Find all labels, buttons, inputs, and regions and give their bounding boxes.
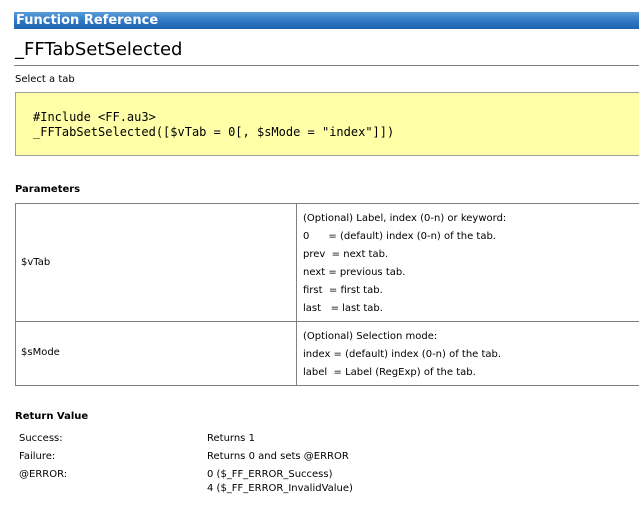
param-description: (Optional) Label, index (0-n) or keyword… [303, 210, 506, 318]
function-reference-header: Function Reference [14, 12, 639, 29]
return-value-line: 4 ($_FF_ERROR_InvalidValue) [207, 483, 353, 494]
return-value-line: 0 ($_FF_ERROR_Success) [207, 469, 333, 480]
syntax-include-line[interactable]: #Include <FF.au3> [33, 110, 156, 125]
param-description-line: (Optional) Label, index (0-n) or keyword… [303, 213, 507, 224]
parameters-heading: Parameters [15, 184, 81, 195]
param-name: $vTab [21, 257, 51, 268]
syntax-signature-line[interactable]: _FFTabSetSelected([$vTab = 0[, $sMode = … [33, 125, 394, 140]
return-value-line: Returns 0 and sets @ERROR [207, 451, 349, 462]
param-name-cell: $sMode [16, 322, 297, 385]
return-label: @ERROR: [19, 469, 68, 480]
return-label: Success: [19, 433, 63, 444]
function-summary: Select a tab [15, 74, 75, 85]
return-label: Failure: [19, 451, 56, 462]
param-description: (Optional) Selection mode: index = (defa… [303, 328, 501, 382]
page-title: _FFTabSetSelected [15, 39, 183, 60]
param-description-line: index = (default) index (0-n) of the tab… [303, 349, 502, 360]
return-value: Returns 1 [207, 432, 255, 446]
param-description-line: first = first tab. [303, 285, 383, 296]
param-description-line: 0 = (default) index (0-n) of the tab. [303, 231, 496, 242]
return-value: 0 ($_FF_ERROR_Success) 4 ($_FF_ERROR_Inv… [207, 468, 353, 496]
param-name-cell: $vTab [16, 204, 297, 321]
return-value: Returns 0 and sets @ERROR [207, 450, 349, 464]
param-description-line: (Optional) Selection mode: [303, 331, 438, 342]
title-divider [14, 65, 639, 66]
parameters-table: $vTab (Optional) Label, index (0-n) or k… [15, 203, 639, 386]
param-description-line: last = last tab. [303, 303, 383, 314]
param-description-line: label = Label (RegExp) of the tab. [303, 367, 476, 378]
return-value-heading: Return Value [15, 411, 89, 422]
header-title: Function Reference [16, 13, 159, 28]
param-name: $sMode [21, 347, 60, 358]
table-row: $sMode (Optional) Selection mode: index … [16, 322, 639, 386]
table-row: $vTab (Optional) Label, index (0-n) or k… [16, 204, 639, 322]
param-description-line: prev = next tab. [303, 249, 389, 260]
param-description-line: next = previous tab. [303, 267, 406, 278]
return-value-line: Returns 1 [207, 433, 255, 444]
syntax-code-box[interactable]: #Include <FF.au3> _FFTabSetSelected([$vT… [15, 92, 639, 156]
